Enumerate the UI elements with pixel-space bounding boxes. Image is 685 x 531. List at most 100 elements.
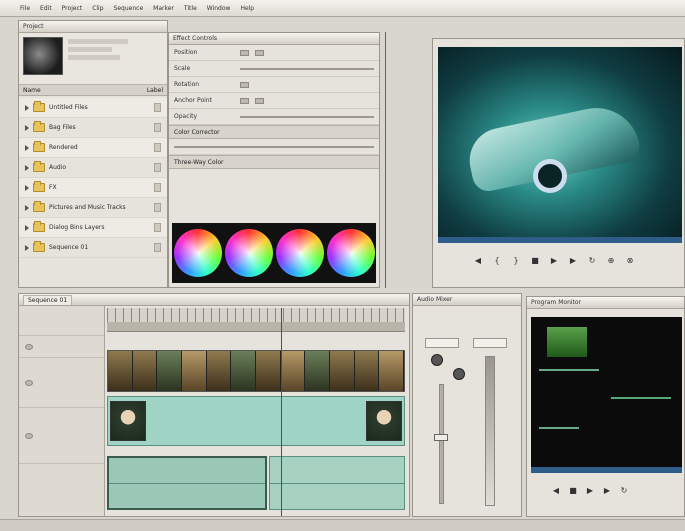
pan-knob[interactable] — [453, 368, 465, 380]
keyframe-icon[interactable] — [240, 81, 249, 88]
eye-icon[interactable] — [25, 379, 33, 386]
step-forward-icon[interactable]: ▶ — [568, 255, 578, 265]
mark-in-icon[interactable]: { — [492, 255, 502, 265]
menu-sequence[interactable]: Sequence — [114, 5, 144, 12]
program-monitor-header: Program Monitor — [527, 297, 684, 309]
triangle-icon[interactable] — [25, 244, 29, 251]
program-scrub-bar[interactable] — [531, 467, 682, 473]
effects-playhead[interactable] — [385, 32, 386, 288]
menu-file[interactable]: File — [20, 5, 30, 12]
video-clip-thumbnails[interactable] — [107, 350, 405, 392]
menu-title[interactable]: Title — [184, 5, 197, 12]
triangle-icon[interactable] — [25, 104, 29, 111]
label-swatch — [154, 163, 161, 172]
list-item[interactable]: Pictures and Music Tracks — [19, 198, 167, 218]
list-item[interactable]: FX — [19, 178, 167, 198]
video-clip[interactable] — [107, 396, 405, 446]
fx-row-scale[interactable]: Scale — [169, 61, 379, 77]
project-panel-title: Project — [23, 23, 44, 30]
bin-label: Audio — [49, 164, 67, 171]
triangle-icon[interactable] — [25, 204, 29, 211]
loop-icon[interactable]: ↻ — [587, 255, 597, 265]
mark-out-icon[interactable]: } — [511, 255, 521, 265]
project-panel: Project Name Label Untitled Files Bag Fi… — [18, 20, 168, 288]
fx-row-position[interactable]: Position — [169, 45, 379, 61]
step-forward-icon[interactable]: ▶ — [602, 485, 612, 495]
keyframe-icon[interactable] — [240, 49, 249, 56]
fx-section-color-corrector[interactable]: Color Corrector — [169, 125, 379, 139]
track-header-v1[interactable] — [19, 358, 104, 408]
timeline-playhead[interactable] — [281, 308, 282, 516]
list-item[interactable]: Rendered — [19, 138, 167, 158]
triangle-icon[interactable] — [25, 124, 29, 131]
speaker-icon[interactable] — [25, 432, 33, 439]
fx-row-label: Opacity — [174, 113, 198, 120]
stop-icon[interactable]: ■ — [568, 485, 578, 495]
tab-sequence-01[interactable]: Sequence 01 — [23, 294, 73, 305]
insert-icon[interactable]: ⊕ — [606, 255, 616, 265]
color-wheel-highlights[interactable] — [275, 229, 324, 277]
loop-icon[interactable]: ↻ — [619, 485, 629, 495]
triangle-icon[interactable] — [25, 144, 29, 151]
play-icon[interactable]: ▶ — [549, 255, 559, 265]
list-item[interactable]: Sequence 01 — [19, 238, 167, 258]
audio-mixer-panel: Audio Mixer — [412, 293, 522, 517]
scope-trace — [539, 369, 599, 371]
fx-slider[interactable] — [174, 145, 374, 148]
list-item[interactable]: Untitled Files — [19, 98, 167, 118]
triangle-icon[interactable] — [25, 224, 29, 231]
pan-knob[interactable] — [431, 354, 443, 366]
fader-handle[interactable] — [434, 434, 448, 441]
eye-icon[interactable] — [25, 343, 33, 350]
menu-project[interactable]: Project — [62, 5, 83, 12]
list-item[interactable]: Bag Files — [19, 118, 167, 138]
track-header-v2[interactable] — [19, 336, 104, 358]
overlay-icon[interactable]: ⊗ — [625, 255, 635, 265]
list-item[interactable]: Dialog Bins Layers — [19, 218, 167, 238]
keyframe-icon[interactable] — [255, 97, 264, 104]
label-swatch — [154, 203, 161, 212]
menu-marker[interactable]: Marker — [153, 5, 174, 12]
list-item[interactable]: Audio — [19, 158, 167, 178]
color-wheel-master[interactable] — [326, 229, 375, 277]
audio-clip-2[interactable] — [269, 456, 405, 510]
time-ruler[interactable] — [107, 308, 405, 332]
monitor-scrub-bar[interactable] — [438, 237, 682, 243]
keyframe-icon[interactable] — [255, 49, 264, 56]
menu-edit[interactable]: Edit — [40, 5, 52, 12]
triangle-icon[interactable] — [25, 184, 29, 191]
keyframe-icon[interactable] — [240, 97, 249, 104]
menu-clip[interactable]: Clip — [92, 5, 103, 12]
video-frame — [438, 47, 682, 237]
fx-row-label: Scale — [174, 65, 191, 72]
column-name[interactable]: Name — [23, 87, 41, 94]
fader-track[interactable] — [439, 384, 444, 504]
fx-row-opacity[interactable]: Opacity — [169, 109, 379, 125]
scene-patch — [547, 327, 587, 357]
effect-controls-panel: Effect Controls Position Scale Rotation … — [168, 32, 380, 288]
column-label[interactable]: Label — [147, 87, 163, 94]
project-column-header[interactable]: Name Label — [19, 85, 167, 96]
menu-window[interactable]: Window — [207, 5, 231, 12]
color-wheel-shadows[interactable] — [173, 229, 222, 277]
play-icon[interactable]: ▶ — [585, 485, 595, 495]
triangle-icon[interactable] — [25, 164, 29, 171]
menu-bar: File Edit Project Clip Sequence Marker T… — [0, 0, 685, 17]
stop-icon[interactable]: ■ — [530, 255, 540, 265]
step-back-icon[interactable]: ◀ — [551, 485, 561, 495]
mixer-dropdown-1[interactable] — [425, 338, 459, 348]
fx-slider[interactable] — [240, 115, 374, 118]
project-panel-header: Project — [19, 21, 167, 33]
program-frame — [531, 317, 682, 467]
fx-row-anchor[interactable]: Anchor Point — [169, 93, 379, 109]
step-back-icon[interactable]: ◀ — [473, 255, 483, 265]
track-header-a1[interactable] — [19, 408, 104, 464]
label-swatch — [154, 223, 161, 232]
mixer-dropdown-2[interactable] — [473, 338, 507, 348]
color-wheel-midtones[interactable] — [224, 229, 273, 277]
fx-section-three-way[interactable]: Three-Way Color — [169, 155, 379, 169]
fx-slider[interactable] — [240, 67, 374, 70]
menu-help[interactable]: Help — [240, 5, 254, 12]
audio-clip-1[interactable] — [107, 456, 267, 510]
fx-row-rotation[interactable]: Rotation — [169, 77, 379, 93]
